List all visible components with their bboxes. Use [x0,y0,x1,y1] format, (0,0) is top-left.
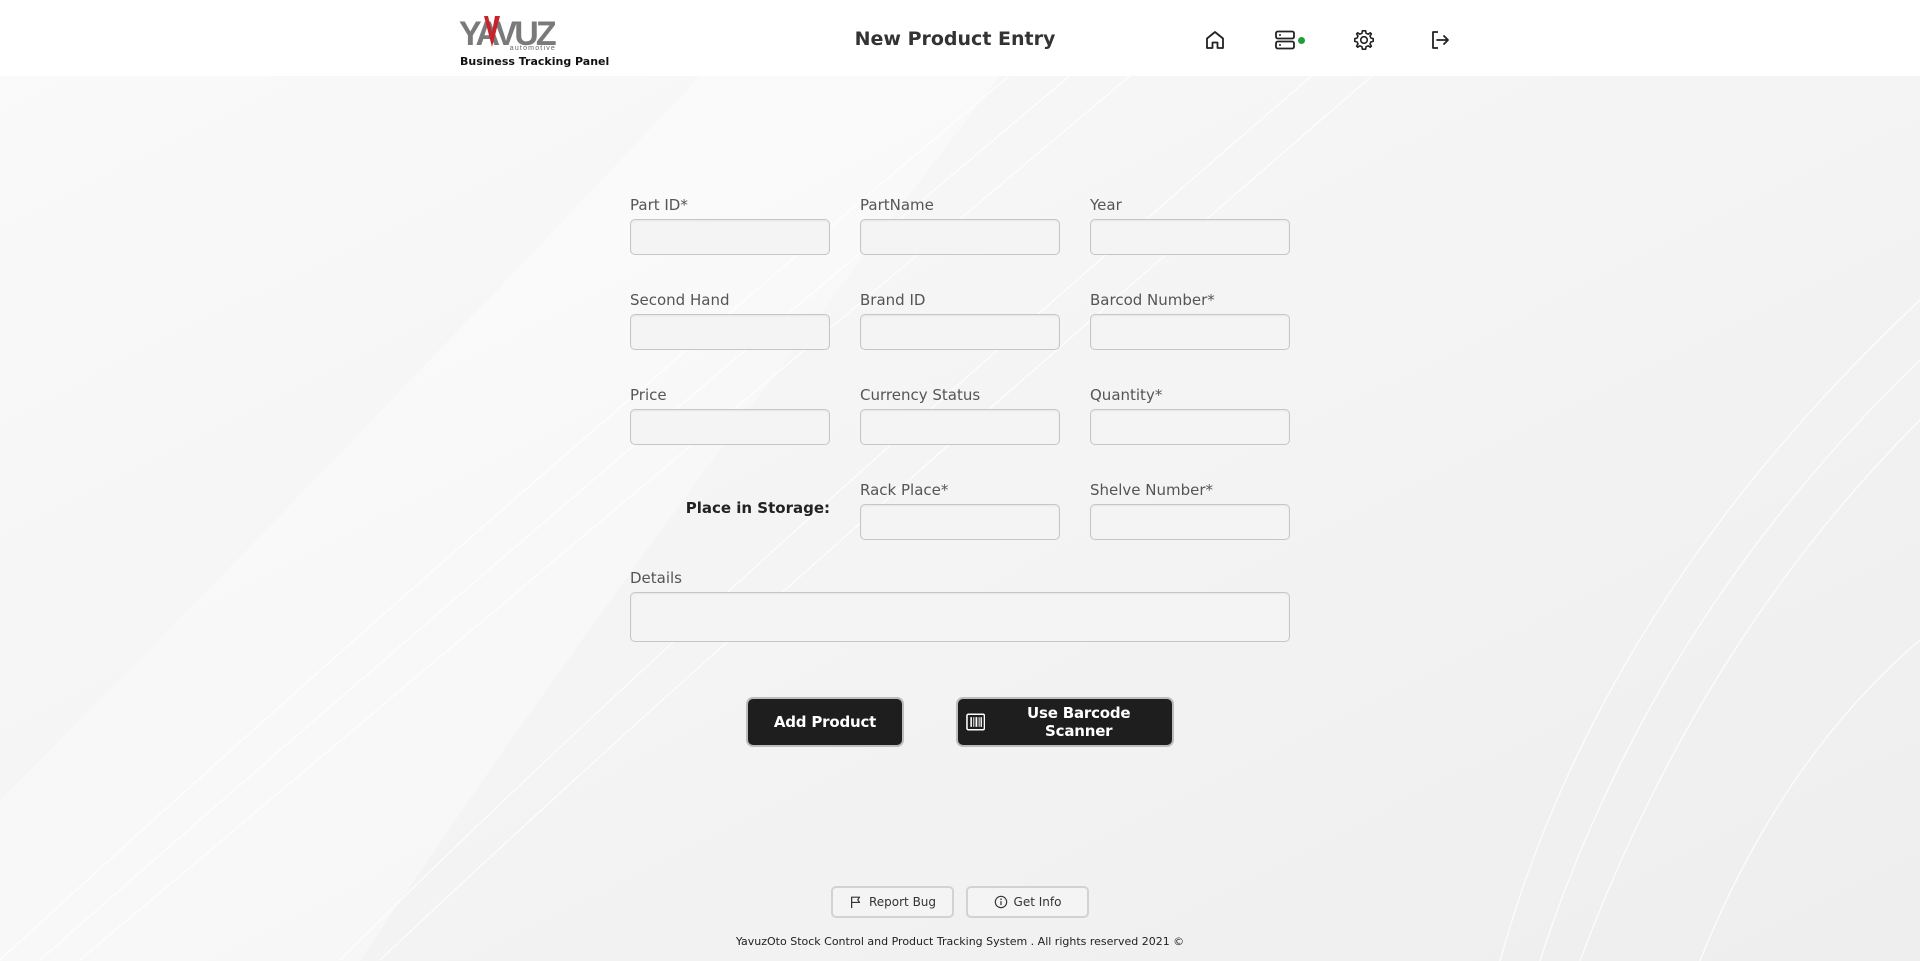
logo-subtitle: Business Tracking Panel [460,55,610,68]
brand-id-input[interactable] [860,314,1060,350]
quantity-label: Quantity* [1090,386,1163,404]
logout-icon[interactable] [1428,28,1452,52]
year-input[interactable] [1090,219,1290,255]
copyright-text: YavuzOto Stock Control and Product Track… [735,935,1185,948]
rack-place-label: Rack Place* [860,481,949,499]
barcode-number-input[interactable] [1090,314,1290,350]
barcode-icon [966,713,986,731]
shelve-number-label: Shelve Number* [1090,481,1214,499]
part-name-label: PartName [860,196,934,214]
get-info-label: Get Info [1013,895,1062,909]
second-hand-input[interactable] [630,314,830,350]
server-icon[interactable] [1273,28,1297,52]
part-name-input[interactable] [860,219,1060,255]
second-hand-label: Second Hand [630,291,730,309]
part-id-label: Part ID* [630,196,688,214]
logo-tagline: automotive [510,45,556,52]
top-navigation-bar: YAVUZ automotive Business Tracking Panel… [0,0,1920,76]
server-status-dot [1298,37,1305,44]
barcode-number-label: Barcod Number* [1090,291,1215,309]
currency-status-label: Currency Status [860,386,981,404]
product-entry-form: Part ID* PartName Year Second Hand Brand… [0,0,1920,961]
year-label: Year [1090,196,1122,214]
report-bug-button[interactable]: Report Bug [831,886,954,918]
barcode-scanner-label: Use Barcode Scanner [1027,704,1131,740]
brand-id-label: Brand ID [860,291,926,309]
price-input[interactable] [630,409,830,445]
page-title: New Product Entry [854,28,1056,50]
currency-status-input[interactable] [860,409,1060,445]
home-icon[interactable] [1203,28,1227,52]
quantity-input[interactable] [1090,409,1290,445]
flag-icon [850,896,861,909]
part-id-input[interactable] [630,219,830,255]
gear-icon[interactable] [1352,28,1376,52]
rack-place-input[interactable] [860,504,1060,540]
barcode-scanner-button[interactable]: Use Barcode Scanner [958,699,1172,745]
place-in-storage-label: Place in Storage: [685,499,830,517]
get-info-button[interactable]: Get Info [966,886,1089,918]
info-icon [994,895,1007,909]
price-label: Price [630,386,667,404]
details-label: Details [630,569,683,587]
report-bug-label: Report Bug [868,895,937,909]
details-input[interactable] [630,592,1290,642]
shelve-number-input[interactable] [1090,504,1290,540]
add-product-button[interactable]: Add Product [748,699,902,745]
